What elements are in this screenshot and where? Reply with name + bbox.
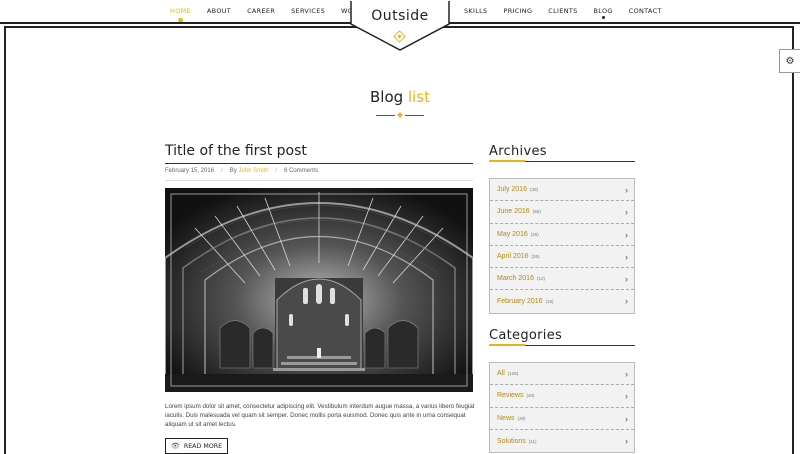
archive-item-count: (40) [529, 187, 538, 193]
chevron-right-icon: › [625, 274, 628, 285]
nav-clients[interactable]: Clients [540, 7, 585, 15]
archive-item-label: March 2016 [497, 275, 534, 283]
archive-item-count: (12) [536, 276, 545, 282]
ornament-diamond-icon [397, 112, 403, 118]
archives-title-divider [489, 160, 635, 162]
archive-item[interactable]: July 2016 (40) › [490, 179, 634, 202]
nav-left: Home About Career Services Works [162, 7, 375, 23]
archive-item-count: (18) [545, 299, 554, 305]
nav-home-label: Home [170, 7, 191, 15]
nav-blog-label: Blog [593, 7, 613, 15]
nav-clients-label: Clients [548, 7, 578, 15]
meta-separator: / [221, 168, 223, 174]
post-title-divider [165, 163, 473, 164]
logo-text: Outside [371, 8, 429, 24]
post-comments-link[interactable]: 6 Comments [284, 168, 318, 174]
category-item-label: News [497, 414, 515, 422]
archive-item-label: May 2016 [497, 230, 528, 238]
category-item-count: (40) [526, 393, 535, 399]
read-more-label: Read More [183, 442, 223, 450]
nav-skills-label: Skills [464, 7, 488, 15]
ornament-line-left [376, 115, 395, 116]
chevron-right-icon: › [625, 369, 628, 379]
chevron-right-icon: › [625, 391, 628, 402]
chevron-right-icon: › [625, 251, 628, 262]
meta-divider [165, 180, 473, 181]
nav-services-label: Services [291, 7, 326, 15]
category-item-label: All [497, 370, 505, 378]
page-title-main: Blog [370, 88, 404, 106]
chevron-right-icon: › [625, 296, 628, 307]
nav-blog[interactable]: Blog [586, 7, 621, 19]
post-featured-image[interactable] [165, 188, 473, 392]
title-ornament [376, 112, 424, 119]
chevron-right-icon: › [625, 207, 628, 218]
categories-title-divider [489, 344, 635, 346]
categories-list: All (126) › Reviews (40) › News (29) › Solutio… [489, 362, 635, 454]
category-item[interactable]: Solutions (11) › [490, 430, 634, 452]
eye-icon: 👁 [170, 442, 180, 450]
nav-skills[interactable]: Skills [456, 7, 495, 15]
nav-pricing-label: Pricing [503, 7, 533, 15]
category-item-count: (11) [528, 438, 537, 444]
page-title: Blog list [0, 88, 800, 106]
category-item-label: Solutions [497, 437, 526, 445]
archive-item[interactable]: February 2016 (18) › [490, 290, 634, 312]
category-item[interactable]: All (126) › [490, 363, 634, 386]
chevron-right-icon: › [625, 229, 628, 240]
category-item[interactable]: News (29) › [490, 408, 634, 430]
post-author-link[interactable]: John Smith [238, 168, 268, 174]
archive-item[interactable]: May 2016 (29) › [490, 224, 634, 246]
archive-item[interactable]: March 2016 (12) › [490, 268, 634, 291]
nav-career-label: Career [247, 7, 276, 15]
read-more-button[interactable]: 👁 Read More [165, 438, 228, 454]
category-item-count: (126) [507, 371, 519, 377]
nav-about-label: About [206, 7, 232, 15]
logo[interactable]: Outside [350, 0, 450, 62]
archives-title: Archives [489, 144, 547, 159]
archive-item-count: (29) [530, 231, 539, 237]
nav-about[interactable]: About [199, 7, 239, 15]
archive-item-label: July 2016 [497, 186, 527, 194]
nav-pricing[interactable]: Pricing [495, 7, 540, 15]
meta-separator: / [275, 168, 278, 174]
current-page-dot [601, 16, 605, 19]
chevron-right-icon: › [625, 435, 628, 446]
nav-divider-left [0, 22, 351, 24]
archive-item[interactable]: June 2016 (55) › [490, 201, 634, 224]
settings-gear-icon[interactable]: ⚙ [779, 49, 800, 73]
archives-list: July 2016 (40) › June 2016 (55) › May 2016 (2… [489, 178, 635, 314]
nav-home[interactable]: Home [162, 7, 199, 23]
cathedral-hall-image [165, 188, 473, 392]
chevron-right-icon: › [625, 413, 628, 424]
category-item-label: Reviews [497, 392, 524, 400]
post-title[interactable]: Title of the first post [165, 143, 307, 159]
archive-item-count: (26) [531, 254, 540, 260]
nav-services[interactable]: Services [283, 7, 333, 15]
archive-item-label: February 2016 [497, 298, 543, 306]
category-item-count: (29) [517, 415, 526, 421]
post-excerpt: Lorem ipsum dolor sit amet, consectetur … [165, 403, 475, 428]
archive-item-label: June 2016 [497, 208, 530, 216]
accent-underline [489, 160, 525, 162]
nav-career[interactable]: Career [239, 7, 283, 15]
chevron-right-icon: › [625, 185, 628, 195]
ornament-line-right [405, 115, 424, 116]
nav-contact[interactable]: Contact [621, 7, 670, 15]
post-date: February 15, 2016 [165, 168, 215, 174]
post-by-label: By [229, 168, 237, 174]
accent-underline [489, 344, 525, 346]
nav-divider-right [449, 22, 800, 24]
nav-contact-label: Contact [628, 7, 662, 15]
archive-item[interactable]: April 2016 (26) › [490, 246, 634, 269]
nav-right: Skills Pricing Clients Blog Contact [456, 7, 670, 19]
page-title-accent: list [407, 88, 430, 106]
category-item[interactable]: Reviews (40) › [490, 385, 634, 408]
archive-item-count: (55) [532, 209, 541, 215]
archive-item-label: April 2016 [497, 253, 529, 261]
post-meta: February 15, 2016 / By John Smith / 6 Co… [165, 168, 318, 174]
categories-title: Categories [489, 328, 563, 343]
